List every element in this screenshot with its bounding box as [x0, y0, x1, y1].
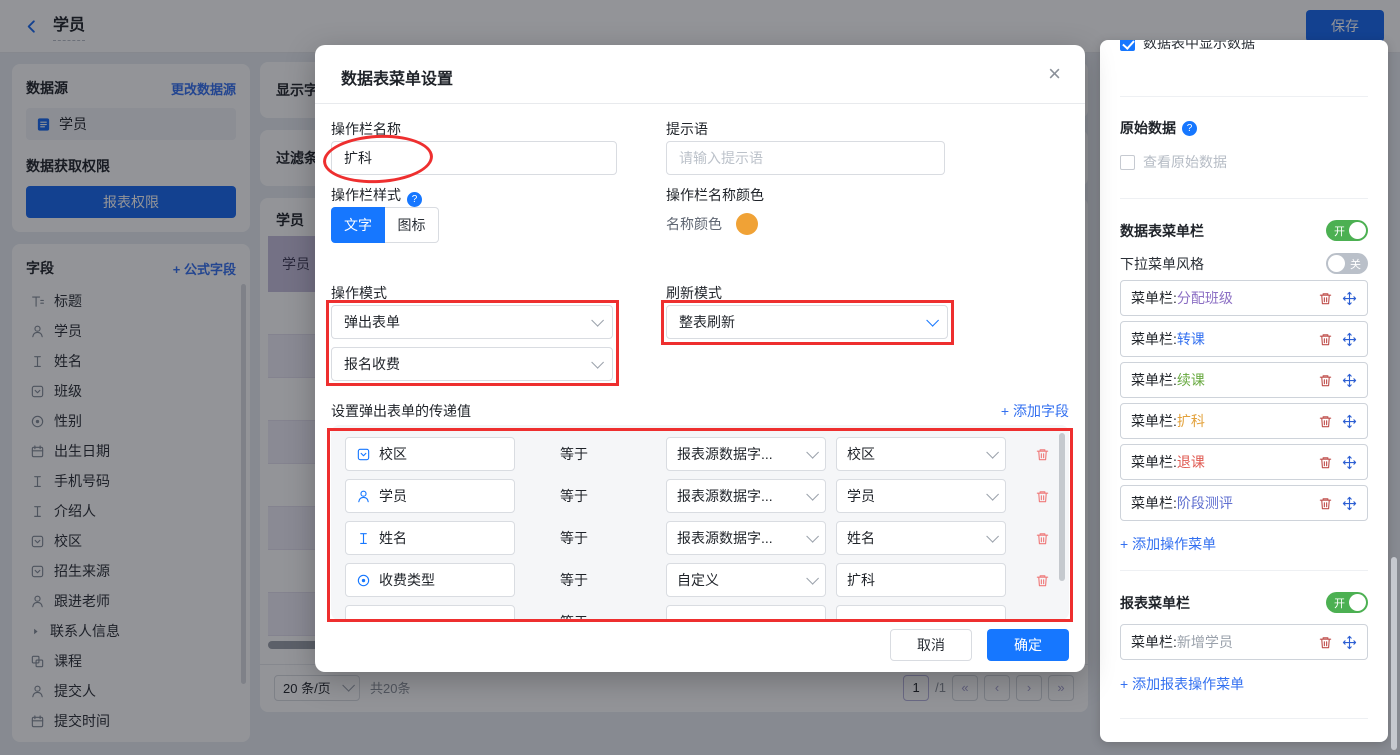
table-menu-settings-dialog: 数据表菜单设置 × 操作栏名称 扩科 提示语 请输入提示语 操作栏样式? 文字 …: [315, 45, 1085, 672]
menu-item[interactable]: 菜单栏: 新增学员: [1120, 624, 1368, 660]
trash-icon[interactable]: [1318, 291, 1333, 306]
app-root: 学员 保存 数据源 更改数据源 学员 数据获取权限 报表权限 字段 + 公式字段…: [0, 0, 1400, 755]
add-action-menu-link[interactable]: + 添加操作菜单: [1120, 534, 1368, 554]
divider: [315, 103, 1085, 104]
style-label-row: 操作栏样式?: [331, 185, 422, 207]
checkbox-icon[interactable]: [1120, 155, 1135, 170]
dropdown-style-toggle[interactable]: 关: [1326, 253, 1368, 274]
move-icon[interactable]: [1342, 332, 1357, 347]
dropdown-style-row: 下拉菜单风格 关: [1120, 253, 1368, 274]
trash-icon[interactable]: [1318, 332, 1333, 347]
divider: [1120, 718, 1368, 719]
menu-item[interactable]: 菜单栏: 扩科: [1120, 403, 1368, 439]
menu-item[interactable]: 菜单栏: 转课: [1120, 321, 1368, 357]
confirm-button[interactable]: 确定: [987, 629, 1069, 661]
tip-input[interactable]: 请输入提示语: [666, 141, 945, 175]
move-icon[interactable]: [1342, 373, 1357, 388]
annotation-rect-transfer: [327, 428, 1073, 622]
style-icon-option[interactable]: 图标: [385, 207, 439, 243]
add-report-menu-link[interactable]: + 添加报表操作菜单: [1120, 674, 1368, 694]
settings-panel: 数据表中显示数据 原始数据 ? 查看原始数据 数据表菜单栏 开 下拉菜单风格 关…: [1100, 40, 1388, 742]
trash-icon[interactable]: [1318, 455, 1333, 470]
table-menu-title-row: 数据表菜单栏 开: [1120, 220, 1368, 241]
cancel-button[interactable]: 取消: [890, 629, 972, 661]
help-icon[interactable]: ?: [1182, 121, 1197, 136]
menu-item[interactable]: 菜单栏: 退课: [1120, 444, 1368, 480]
report-menu-title-row: 报表菜单栏 开: [1120, 592, 1368, 613]
annotation-rect-refresh: [661, 300, 954, 345]
menu-name: 新增学员: [1177, 632, 1233, 652]
name-color-row: 名称颜色: [666, 213, 758, 235]
table-menu-toggle[interactable]: 开: [1326, 220, 1368, 241]
divider: [1120, 570, 1368, 571]
menu-name: 分配班级: [1177, 288, 1233, 308]
menu-name: 续课: [1177, 370, 1205, 390]
style-text-option[interactable]: 文字: [331, 207, 385, 243]
style-segmented-control: 文字 图标: [331, 207, 439, 243]
menu-item[interactable]: 菜单栏: 续课: [1120, 362, 1368, 398]
menu-item[interactable]: 菜单栏: 阶段测评: [1120, 485, 1368, 521]
raw-data-title-row: 原始数据 ?: [1120, 118, 1368, 138]
move-icon[interactable]: [1342, 291, 1357, 306]
menu-item[interactable]: 菜单栏: 分配班级: [1120, 280, 1368, 316]
move-icon[interactable]: [1342, 455, 1357, 470]
report-menu-toggle[interactable]: 开: [1326, 592, 1368, 613]
clipped-checkbox-row[interactable]: 数据表中显示数据: [1120, 40, 1368, 53]
divider: [1120, 198, 1368, 199]
annotation-rect-op-mode: [326, 300, 619, 386]
move-icon[interactable]: [1342, 635, 1357, 650]
menu-name: 扩科: [1177, 411, 1205, 431]
color-swatch[interactable]: [736, 213, 758, 235]
trash-icon[interactable]: [1318, 496, 1333, 511]
name-color-label: 操作栏名称颜色: [666, 185, 764, 205]
divider: [1120, 96, 1368, 97]
transfer-label: 设置弹出表单的传递值: [331, 401, 471, 421]
trash-icon[interactable]: [1318, 635, 1333, 650]
move-icon[interactable]: [1342, 414, 1357, 429]
trash-icon[interactable]: [1318, 373, 1333, 388]
help-icon[interactable]: ?: [407, 192, 422, 207]
menu-name: 转课: [1177, 329, 1205, 349]
menu-name: 阶段测评: [1177, 493, 1233, 513]
window-scrollbar[interactable]: [1391, 557, 1397, 750]
move-icon[interactable]: [1342, 496, 1357, 511]
trash-icon[interactable]: [1318, 414, 1333, 429]
view-raw-data-row[interactable]: 查看原始数据: [1120, 152, 1368, 172]
close-icon[interactable]: ×: [1048, 61, 1061, 87]
dialog-title: 数据表菜单设置: [341, 65, 453, 89]
tip-label: 提示语: [666, 119, 708, 139]
menu-name: 退课: [1177, 452, 1205, 472]
checkbox-checked-icon[interactable]: [1120, 40, 1135, 51]
add-field-link[interactable]: + 添加字段: [975, 401, 1069, 421]
